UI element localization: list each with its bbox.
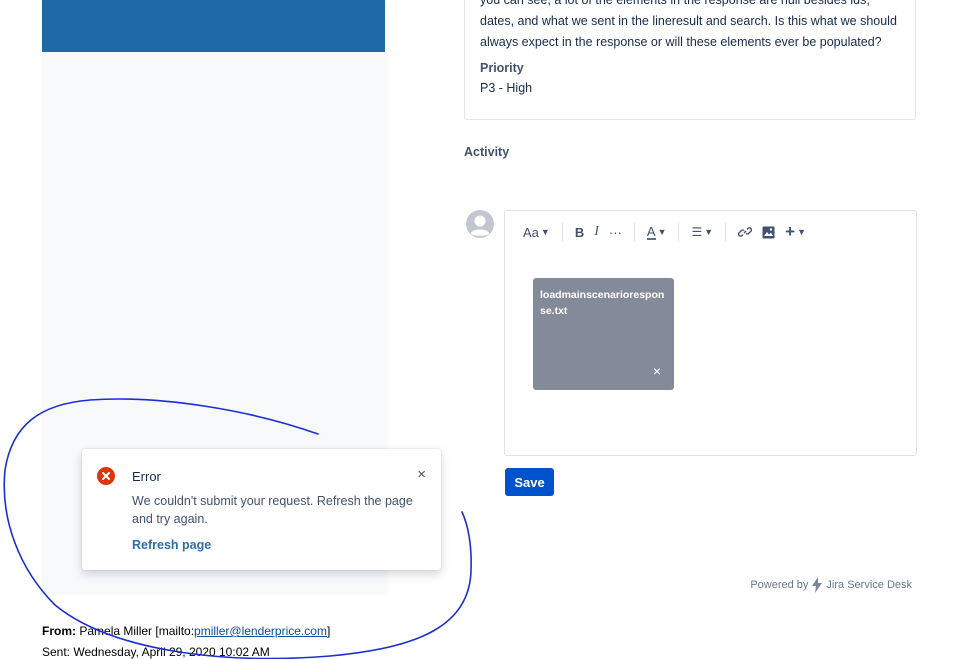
italic-button[interactable]: I	[594, 224, 599, 240]
attachment-thumbnail[interactable]: loadmainscenarioresponse.txt ×	[533, 278, 674, 390]
editor-toolbar: Aa ▼ B I ··· A ▼ ☰ ▼ + ▼	[523, 221, 816, 243]
bold-button[interactable]: B	[575, 225, 584, 240]
toolbar-divider	[725, 223, 727, 241]
email-sent-line: Sent: Wednesday, April 29, 2020 10:02 AM	[42, 645, 270, 659]
description-text: you can see, a lot of the elements in th…	[480, 0, 897, 49]
email-from-line: From: Pamela Miller [mailto:pmiller@lend…	[42, 624, 330, 638]
priority-value: P3 - High	[480, 81, 533, 95]
toolbar-divider	[678, 223, 680, 241]
avatar-icon	[466, 210, 494, 238]
powered-by-footer: Powered by Jira Service Desk	[750, 577, 912, 593]
error-flag: Error × We couldn't submit your request.…	[82, 449, 441, 570]
remove-attachment-icon[interactable]: ×	[653, 363, 661, 379]
error-title: Error	[132, 469, 161, 484]
text-color-button[interactable]: A ▼	[646, 225, 667, 240]
link-icon	[738, 227, 753, 237]
more-formatting-button[interactable]: ···	[609, 225, 622, 240]
list-dropdown[interactable]: ☰ ▼	[691, 225, 713, 239]
activity-label: Activity	[464, 145, 510, 159]
text-style-dropdown[interactable]: Aa ▼	[523, 225, 550, 240]
email-from-end: ]	[326, 624, 331, 638]
chevron-down-icon: ▼	[540, 227, 550, 237]
email-from-name: Pamela Miller [mailto:	[79, 624, 195, 638]
bullet-list-icon: ☰	[691, 225, 703, 239]
description-card: you can see, a lot of the elements in th…	[464, 0, 916, 120]
close-icon[interactable]: ×	[417, 466, 426, 483]
error-icon	[97, 467, 115, 485]
toolbar-divider	[633, 223, 635, 241]
lightning-bolt-icon	[812, 577, 823, 593]
powered-by-text: Powered by	[750, 579, 809, 591]
left-header-bar	[42, 0, 385, 52]
save-button[interactable]: Save	[505, 468, 554, 496]
toolbar-divider	[561, 223, 563, 241]
jira-service-desk-link[interactable]: Jira Service Desk	[826, 579, 912, 591]
priority-label: Priority	[480, 61, 524, 75]
attachment-filename: loadmainscenarioresponse.txt	[540, 289, 665, 317]
insert-dropdown[interactable]: + ▼	[785, 222, 806, 242]
link-button[interactable]	[738, 225, 753, 239]
chevron-down-icon: ▼	[657, 227, 667, 237]
image-icon	[762, 226, 775, 238]
chevron-down-icon: ▼	[704, 227, 714, 237]
image-button[interactable]	[762, 226, 775, 239]
refresh-page-link[interactable]: Refresh page	[132, 538, 211, 552]
chevron-down-icon: ▼	[797, 227, 807, 237]
error-message: We couldn't submit your request. Refresh…	[132, 494, 413, 526]
comment-editor[interactable]: Aa ▼ B I ··· A ▼ ☰ ▼ + ▼ loadmainscenariores…	[504, 210, 917, 456]
email-address-link[interactable]: pmiller@lenderprice.com	[194, 624, 327, 638]
email-from-label: From:	[42, 624, 76, 638]
